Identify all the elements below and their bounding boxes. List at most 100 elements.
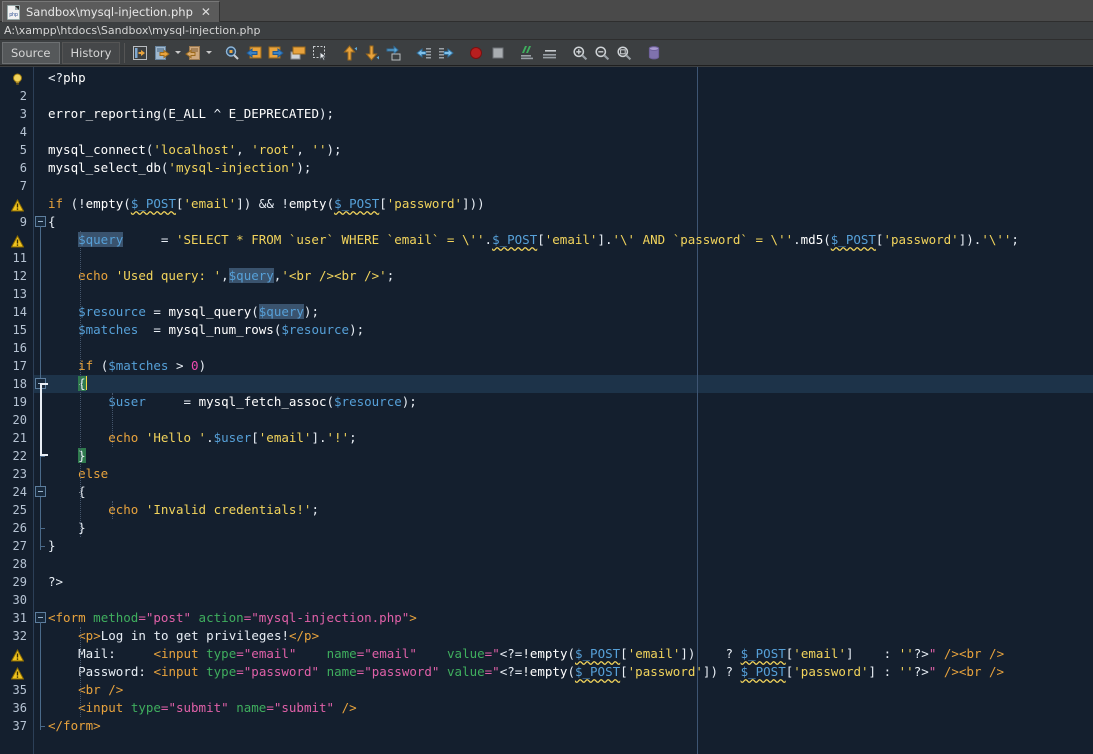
line-number: 4 xyxy=(0,123,31,141)
code-line[interactable]: { xyxy=(48,375,87,393)
database-icon[interactable] xyxy=(644,43,664,63)
code-line[interactable]: $resource = mysql_query($query); xyxy=(48,303,319,321)
code-line[interactable]: $user = mysql_fetch_assoc($resource); xyxy=(48,393,417,411)
shift-line-right-icon[interactable] xyxy=(384,43,404,63)
line-number: 6 xyxy=(0,159,31,177)
editor-tab-label: Sandbox\mysql-injection.php xyxy=(26,5,193,19)
zoom-out-icon[interactable] xyxy=(592,43,612,63)
code-line[interactable]: mysql_select_db('mysql-injection'); xyxy=(48,159,311,177)
line-number-gutter[interactable]: 2345679111213141516171819202122232425262… xyxy=(0,67,33,754)
line-number: 3 xyxy=(0,105,31,123)
fold-tick xyxy=(40,546,45,547)
line-number: 37 xyxy=(0,717,31,735)
code-line[interactable]: error_reporting(E_ALL ^ E_DEPRECATED); xyxy=(48,105,334,123)
uncomment-icon[interactable] xyxy=(540,43,560,63)
line-number: 35 xyxy=(0,681,31,699)
current-block-indicator xyxy=(40,383,42,455)
code-line[interactable]: if (!empty($_POST['email']) && !empty($_… xyxy=(48,195,485,213)
line-number: 25 xyxy=(0,501,31,519)
indent-guide xyxy=(112,393,113,447)
code-line[interactable]: echo 'Invalid credentials!'; xyxy=(48,501,319,519)
tab-history[interactable]: History xyxy=(62,42,121,64)
line-number: 14 xyxy=(0,303,31,321)
close-icon[interactable]: ✕ xyxy=(199,6,213,18)
fold-tick xyxy=(40,726,45,727)
line-number: 18 xyxy=(0,375,31,393)
code-line[interactable]: echo 'Hello '.$user['email'].'!'; xyxy=(48,429,357,447)
toggle-breakpoint-icon[interactable] xyxy=(466,43,486,63)
code-line[interactable]: { xyxy=(48,213,56,231)
line-number: 19 xyxy=(0,393,31,411)
back-icon[interactable] xyxy=(152,43,172,63)
shift-line-down-icon[interactable] xyxy=(362,43,382,63)
line-number: 17 xyxy=(0,357,31,375)
find-next-icon[interactable] xyxy=(266,43,286,63)
line-number: 36 xyxy=(0,699,31,717)
code-line[interactable]: mysql_connect('localhost', 'root', ''); xyxy=(48,141,342,159)
code-line[interactable]: $query = 'SELECT * FROM `user` WHERE `em… xyxy=(48,231,1019,249)
zoom-reset-icon[interactable] xyxy=(614,43,634,63)
line-number: 22 xyxy=(0,447,31,465)
forward-dropdown-icon[interactable] xyxy=(204,43,213,63)
line-number: 13 xyxy=(0,285,31,303)
line-number: 30 xyxy=(0,591,31,609)
last-edit-icon[interactable] xyxy=(130,43,150,63)
line-number: 2 xyxy=(0,87,31,105)
code-line[interactable]: <br /> xyxy=(48,681,123,699)
stop-icon[interactable] xyxy=(488,43,508,63)
indent-guide xyxy=(80,627,81,717)
toggle-rectangular-selection-icon[interactable] xyxy=(310,43,330,63)
line-number: 11 xyxy=(0,249,31,267)
line-number: 7 xyxy=(0,177,31,195)
back-dropdown-icon[interactable] xyxy=(173,43,182,63)
code-line[interactable]: echo 'Used query: ',$query,'<br /><br />… xyxy=(48,267,394,285)
line-number: 24 xyxy=(0,483,31,501)
line-number: 15 xyxy=(0,321,31,339)
code-line[interactable]: <form method="post" action="mysql-inject… xyxy=(48,609,417,627)
code-line[interactable]: ?> xyxy=(48,573,63,591)
file-path-text: A:\xampp\htdocs\Sandbox\mysql-injection.… xyxy=(4,24,261,37)
line-number: 9 xyxy=(0,213,31,231)
editor-tab-mysql-injection[interactable]: Sandbox\mysql-injection.php ✕ xyxy=(2,1,220,22)
line-number: 20 xyxy=(0,411,31,429)
fold-tick xyxy=(40,528,45,529)
tab-source[interactable]: Source xyxy=(2,42,60,64)
forward-icon[interactable] xyxy=(183,43,203,63)
toggle-highlight-icon[interactable] xyxy=(288,43,308,63)
code-line[interactable]: Mail: <input type="email" name="email" v… xyxy=(48,645,1004,663)
code-line[interactable]: } xyxy=(48,537,56,555)
code-line[interactable]: <?php xyxy=(48,69,86,87)
line-number: 5 xyxy=(0,141,31,159)
indent-guide xyxy=(80,231,81,537)
editor-tab-bar: Sandbox\mysql-injection.php ✕ xyxy=(0,0,1093,22)
warning-icon[interactable] xyxy=(11,647,25,665)
shift-left-icon[interactable] xyxy=(414,43,434,63)
zoom-in-icon[interactable] xyxy=(570,43,590,63)
find-previous-icon[interactable] xyxy=(244,43,264,63)
shift-right-icon[interactable] xyxy=(436,43,456,63)
fold-range-bar xyxy=(40,622,41,730)
line-number: 28 xyxy=(0,555,31,573)
line-number: 27 xyxy=(0,537,31,555)
fold-toggle-icon[interactable] xyxy=(35,486,46,497)
code-line[interactable]: $matches = mysql_num_rows($resource); xyxy=(48,321,364,339)
indent-guide xyxy=(112,501,113,519)
line-number: 23 xyxy=(0,465,31,483)
code-line[interactable]: <input type="submit" name="submit" /> xyxy=(48,699,357,717)
code-editor[interactable]: 2345679111213141516171819202122232425262… xyxy=(0,67,1093,754)
code-content[interactable]: <?php error_reporting(E_ALL ^ E_DEPRECATE… xyxy=(48,67,1093,754)
code-line[interactable]: </form> xyxy=(48,717,101,735)
comment-icon[interactable] xyxy=(518,43,538,63)
shift-line-up-icon[interactable] xyxy=(340,43,360,63)
line-number: 26 xyxy=(0,519,31,537)
editor-toolbar: Source History xyxy=(0,40,1093,66)
code-line[interactable]: if ($matches > 0) xyxy=(48,357,206,375)
fold-tick xyxy=(40,456,45,457)
current-block-indicator-bottom xyxy=(40,454,48,456)
find-selection-icon[interactable] xyxy=(222,43,242,63)
file-path-bar: A:\xampp\htdocs\Sandbox\mysql-injection.… xyxy=(0,22,1093,40)
code-line[interactable]: <p>Log in to get privileges!</p> xyxy=(48,627,319,645)
code-line[interactable]: else xyxy=(48,465,108,483)
code-line[interactable]: Password: <input type="password" name="p… xyxy=(48,663,1004,681)
line-number: 21 xyxy=(0,429,31,447)
